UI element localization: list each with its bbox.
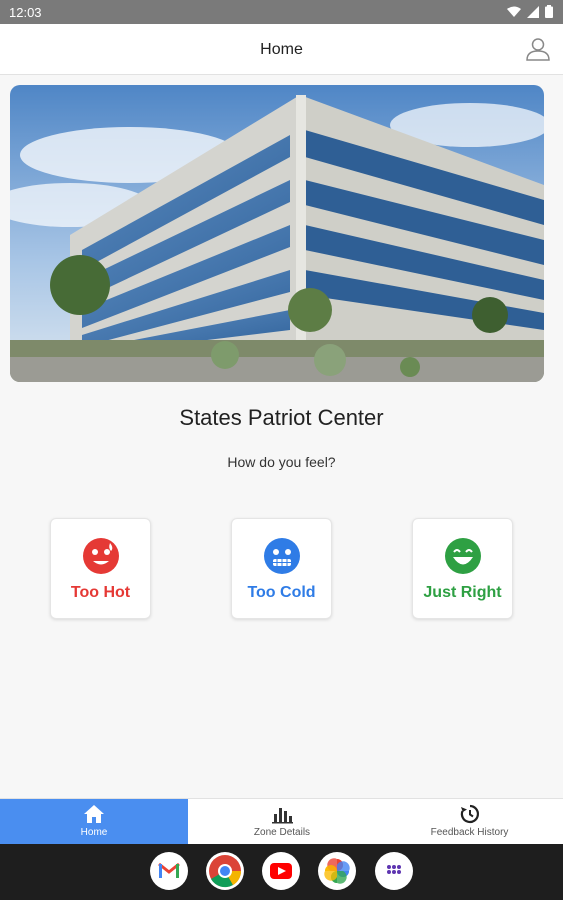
just-right-button[interactable]: Just Right bbox=[412, 518, 513, 619]
building-name: States Patriot Center bbox=[179, 405, 384, 430]
profile-icon[interactable] bbox=[525, 36, 551, 62]
too-hot-label: Too Hot bbox=[70, 584, 131, 601]
nav-feedback-history-label: Feedback History bbox=[430, 827, 509, 838]
page-title: Home bbox=[260, 41, 303, 58]
gmail-icon[interactable] bbox=[150, 852, 188, 890]
just-right-label: Just Right bbox=[423, 584, 502, 601]
nav-zone-details-label: Zone Details bbox=[253, 827, 311, 838]
app-drawer-icon[interactable] bbox=[375, 852, 413, 890]
signal-icon bbox=[527, 5, 539, 18]
cold-face-icon bbox=[264, 538, 300, 574]
bar-chart-icon bbox=[272, 808, 293, 824]
building-image bbox=[10, 85, 544, 382]
chrome-icon[interactable] bbox=[206, 852, 244, 890]
too-cold-button[interactable]: Too Cold bbox=[231, 518, 332, 619]
nav-home[interactable]: Home bbox=[0, 799, 188, 845]
battery-icon bbox=[545, 5, 553, 18]
happy-face-icon bbox=[445, 538, 481, 574]
nav-zone-details[interactable]: Zone Details bbox=[188, 799, 376, 845]
app-header: Home bbox=[0, 24, 563, 75]
status-icons bbox=[507, 5, 553, 18]
hot-face-icon bbox=[83, 538, 119, 574]
nav-feedback-history[interactable]: Feedback History bbox=[376, 799, 563, 845]
too-cold-label: Too Cold bbox=[247, 584, 316, 601]
feeling-prompt: How do you feel? bbox=[227, 454, 336, 470]
wifi-icon bbox=[507, 6, 521, 17]
home-icon bbox=[84, 805, 104, 823]
too-hot-button[interactable]: Too Hot bbox=[50, 518, 151, 619]
system-dock bbox=[0, 844, 563, 900]
history-icon bbox=[460, 804, 479, 824]
bottom-nav: Home Zone Details Feedback History bbox=[0, 798, 563, 845]
status-time: 12:03 bbox=[9, 5, 42, 20]
photos-icon[interactable] bbox=[318, 852, 356, 890]
status-bar: 12:03 bbox=[0, 0, 563, 24]
nav-home-label: Home bbox=[80, 827, 108, 838]
youtube-icon[interactable] bbox=[262, 852, 300, 890]
